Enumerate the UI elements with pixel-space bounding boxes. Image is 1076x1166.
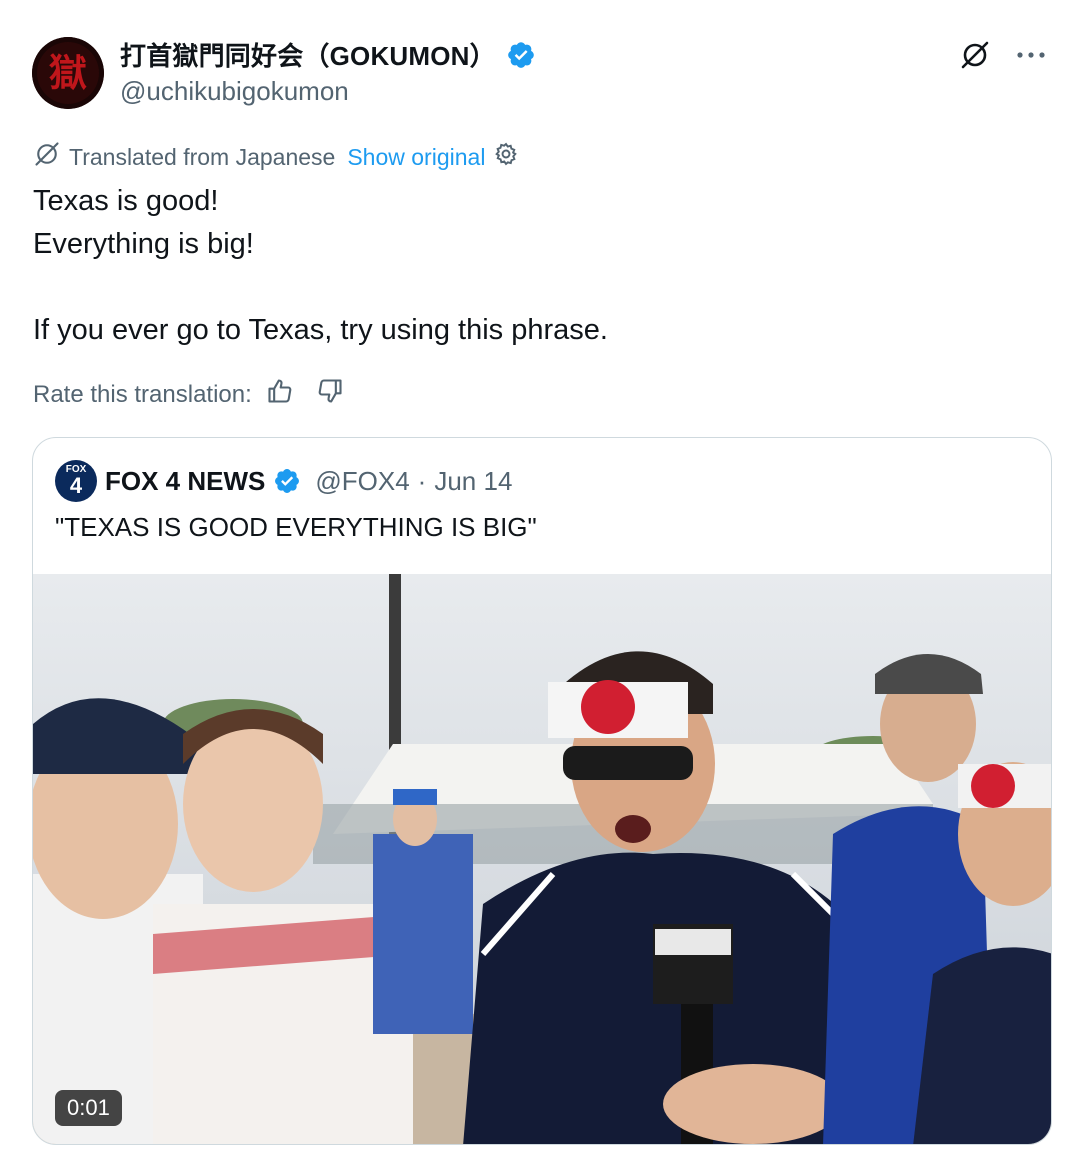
- quoted-tweet-header: FOX 4 FOX 4 NEWS @FOX4 · Jun 14: [55, 460, 512, 502]
- translate-icon: [33, 140, 61, 174]
- thumbs-down-icon[interactable]: [316, 377, 344, 412]
- quoted-tweet[interactable]: FOX 4 FOX 4 NEWS @FOX4 · Jun 14 "TEXAS I…: [32, 437, 1052, 1145]
- author-handle[interactable]: @uchikubigokumon: [120, 76, 349, 107]
- svg-text:獄: 獄: [49, 51, 87, 95]
- meta-separator: ·: [417, 465, 427, 496]
- tweet-line: If you ever go to Texas, try using this …: [33, 314, 608, 346]
- author-display-name[interactable]: 打首獄門同好会（GOKUMON）: [120, 36, 496, 73]
- avatar-logo: 獄: [32, 37, 104, 109]
- settings-icon[interactable]: [493, 141, 519, 173]
- quoted-handle: @FOX4: [315, 465, 410, 496]
- video-player[interactable]: 0:01: [33, 574, 1051, 1144]
- show-original-link[interactable]: Show original: [347, 144, 485, 171]
- avatar[interactable]: 獄: [32, 37, 104, 109]
- tweet-line: Everything is big!: [33, 228, 254, 260]
- translated-from-label: Translated from Japanese: [69, 143, 336, 170]
- video-frame: [33, 574, 1051, 1144]
- verified-badge-icon: [273, 467, 301, 495]
- thumbs-up-icon[interactable]: [266, 377, 294, 412]
- rate-translation-label: Rate this translation:: [33, 380, 252, 408]
- tweet-line: Texas is good!: [33, 185, 219, 217]
- video-duration: 0:01: [55, 1090, 122, 1126]
- fox4-avatar[interactable]: FOX 4: [55, 460, 97, 502]
- tweet-top-actions: [958, 38, 1048, 72]
- translation-info: Translated from Japanese Show original: [33, 140, 519, 174]
- quoted-text: "TEXAS IS GOOD EVERYTHING IS BIG": [55, 512, 537, 542]
- author-display-name-row: 打首獄門同好会（GOKUMON）: [120, 36, 536, 73]
- rate-translation: Rate this translation:: [33, 377, 344, 412]
- grok-icon[interactable]: [958, 38, 992, 72]
- verified-badge-icon[interactable]: [506, 40, 536, 70]
- quoted-display-name[interactable]: FOX 4 NEWS: [105, 466, 265, 497]
- tweet-text: Texas is good! Everything is big! If you…: [33, 180, 1033, 352]
- quoted-date[interactable]: Jun 14: [434, 466, 512, 497]
- more-icon[interactable]: [1014, 38, 1048, 72]
